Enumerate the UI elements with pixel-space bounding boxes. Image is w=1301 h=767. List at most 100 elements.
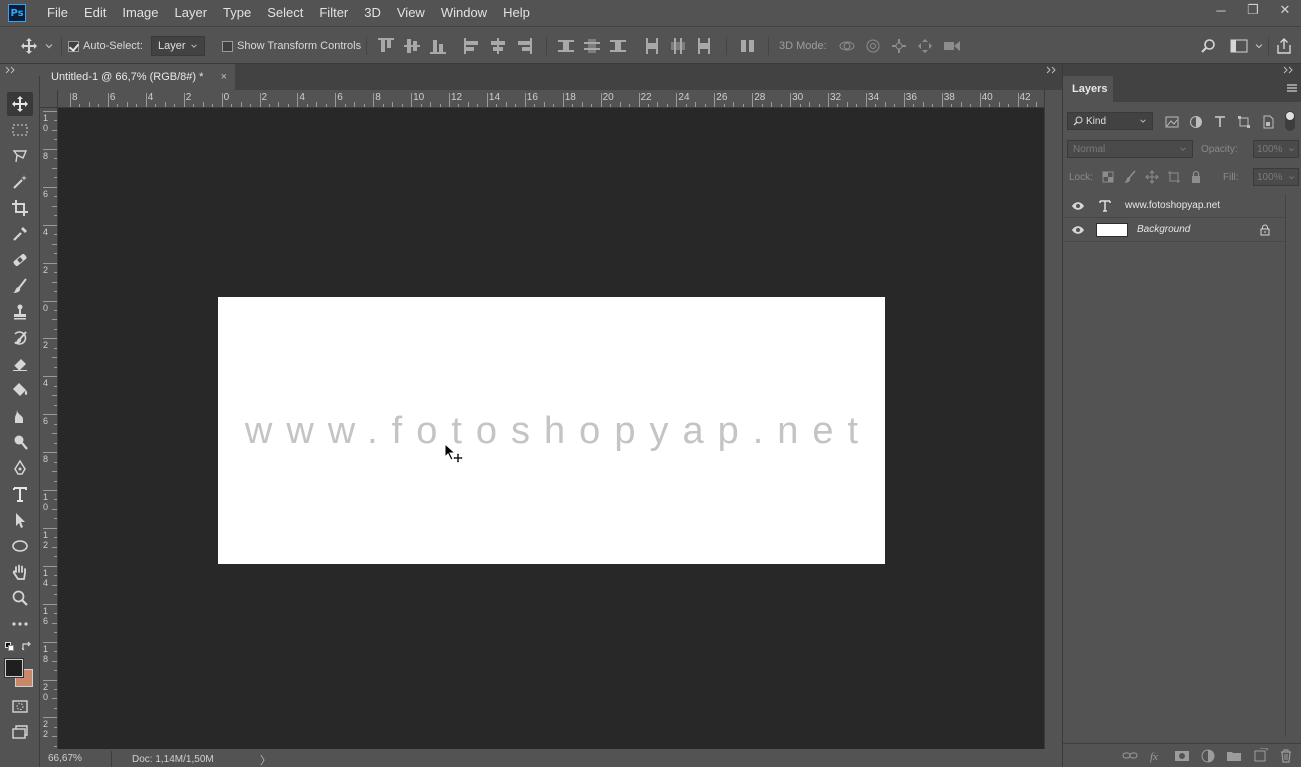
align-hcenter-icon[interactable] [490, 38, 506, 54]
layer-row-text[interactable]: www.fotoshopyap.net [1063, 194, 1285, 218]
filter-type-icon[interactable] [1213, 115, 1227, 129]
magic-wand-tool-icon[interactable] [7, 170, 33, 194]
adjustment-icon[interactable] [1200, 748, 1216, 764]
distribute-left-icon[interactable] [644, 38, 660, 54]
trash-icon[interactable] [1278, 748, 1294, 764]
distribute-top-icon[interactable] [558, 38, 574, 54]
align-right-icon[interactable] [516, 38, 532, 54]
move-tool-icon[interactable] [7, 92, 33, 116]
close-window-button[interactable]: ✕ [1269, 0, 1301, 20]
fx-icon[interactable]: fx [1148, 748, 1164, 764]
blend-mode-dropdown[interactable]: Normal [1067, 140, 1193, 158]
distribute-bottom-icon[interactable] [610, 38, 626, 54]
document-canvas[interactable]: www.fotoshopyap.net [218, 297, 885, 564]
status-menu-arrow-icon[interactable]: 〉 [260, 752, 271, 767]
crop-tool-icon[interactable] [7, 196, 33, 220]
show-transform-check-box[interactable] [222, 40, 233, 52]
collapse-toolbar-icon[interactable] [5, 66, 17, 74]
layer-name[interactable]: www.fotoshopyap.net [1125, 200, 1220, 211]
align-vcenter-icon[interactable] [404, 38, 420, 54]
filter-pixel-icon[interactable] [1165, 115, 1179, 129]
share-icon[interactable] [1276, 27, 1292, 65]
canvas-text-layer[interactable]: www.fotoshopyap.net [218, 297, 885, 564]
fill-field[interactable]: 100% [1253, 168, 1299, 186]
opacity-field[interactable]: 100% [1253, 140, 1299, 158]
smudge-tool-icon[interactable] [7, 404, 33, 428]
menu-help[interactable]: Help [495, 0, 538, 26]
restore-button[interactable]: ❐ [1237, 0, 1269, 20]
vertical-scrollbar[interactable] [1044, 90, 1062, 749]
collapse-panel-icon[interactable] [1283, 66, 1295, 74]
screen-mode-icon[interactable] [7, 720, 33, 744]
brush-tool-icon[interactable] [7, 274, 33, 298]
ellipse-tool-icon[interactable] [7, 534, 33, 558]
3d-orbit-icon[interactable] [838, 27, 856, 65]
menu-3d[interactable]: 3D [356, 0, 389, 26]
distribute-vcenter-icon[interactable] [584, 38, 600, 54]
align-bottom-icon[interactable] [430, 38, 446, 54]
link-icon[interactable] [1122, 748, 1138, 764]
new-layer-icon[interactable] [1252, 747, 1268, 764]
menu-edit[interactable]: Edit [76, 0, 114, 26]
filter-adjustment-icon[interactable] [1189, 115, 1203, 129]
dodge-tool-icon[interactable] [7, 430, 33, 454]
tab-layers[interactable]: Layers [1063, 76, 1113, 102]
eyedropper-tool-icon[interactable] [7, 222, 33, 246]
3d-roll-icon[interactable] [865, 27, 881, 65]
distribute-hcenter-icon[interactable] [670, 38, 686, 54]
menu-window[interactable]: Window [433, 0, 495, 26]
align-left-icon[interactable] [464, 38, 480, 54]
panel-menu-icon[interactable] [1287, 83, 1297, 93]
zoom-level-field[interactable]: 66,67% [40, 751, 112, 767]
vertical-ruler[interactable]: 1 0 8 6 4 2 0 2 4 6 8 1 0 1 2 1 4 1 6 1 8 2 0 2 2 [40, 108, 58, 749]
filter-smart-object-icon[interactable] [1261, 115, 1275, 129]
swap-colors-icon[interactable] [21, 641, 33, 653]
pen-tool-icon[interactable] [7, 456, 33, 480]
lasso-tool-icon[interactable] [7, 144, 33, 168]
menu-layer[interactable]: Layer [167, 0, 216, 26]
marquee-tool-icon[interactable] [7, 118, 33, 142]
auto-select-checkbox[interactable]: Auto-Select: [68, 27, 143, 65]
3d-scale-icon[interactable] [943, 27, 961, 65]
lock-position-icon[interactable] [1145, 170, 1159, 184]
workspace-switcher-icon[interactable] [1230, 27, 1264, 65]
layer-filter-dropdown[interactable]: Kind [1067, 112, 1153, 130]
mask-icon[interactable] [1174, 748, 1190, 764]
lock-transparent-icon[interactable] [1101, 170, 1115, 184]
filter-toggle-switch[interactable] [1285, 111, 1295, 131]
minimize-button[interactable]: ─ [1205, 0, 1237, 20]
layers-scrollbar[interactable] [1285, 194, 1301, 737]
healing-brush-tool-icon[interactable] [7, 248, 33, 272]
visibility-eye-icon[interactable] [1063, 225, 1093, 235]
3d-pan-icon[interactable] [891, 27, 907, 65]
document-tab[interactable]: Untitled-1 @ 66,7% (RGB/8#) * × [40, 64, 235, 90]
lock-all-icon[interactable] [1189, 170, 1203, 184]
path-selection-tool-icon[interactable] [7, 508, 33, 532]
distribute-right-icon[interactable] [696, 38, 712, 54]
filter-shape-icon[interactable] [1237, 115, 1251, 129]
close-document-icon[interactable]: × [221, 71, 227, 83]
show-transform-controls-checkbox[interactable]: Show Transform Controls [222, 27, 361, 65]
layer-name[interactable]: Background [1137, 224, 1190, 235]
zoom-tool-icon[interactable] [7, 586, 33, 610]
type-tool-icon[interactable] [7, 482, 33, 506]
ruler-origin[interactable] [40, 90, 58, 108]
menu-view[interactable]: View [389, 0, 433, 26]
foreground-color-swatch[interactable] [4, 658, 24, 678]
eraser-tool-icon[interactable] [7, 352, 33, 376]
clone-stamp-tool-icon[interactable] [7, 300, 33, 324]
auto-align-layers-icon[interactable] [740, 38, 756, 54]
auto-select-check-box[interactable] [68, 40, 79, 52]
panel-collapse-bar[interactable] [1063, 64, 1301, 76]
default-colors-icon[interactable] [5, 642, 15, 652]
lock-artboard-icon[interactable] [1167, 170, 1181, 184]
menu-image[interactable]: Image [114, 0, 166, 26]
layer-row-background[interactable]: Background [1063, 218, 1285, 242]
align-top-icon[interactable] [378, 38, 394, 54]
search-icon[interactable] [1200, 27, 1216, 65]
menu-file[interactable]: File [39, 0, 76, 26]
more-tools-icon[interactable] [7, 612, 33, 636]
menu-select[interactable]: Select [259, 0, 311, 26]
3d-slide-icon[interactable] [917, 27, 933, 65]
hand-tool-icon[interactable] [7, 560, 33, 584]
